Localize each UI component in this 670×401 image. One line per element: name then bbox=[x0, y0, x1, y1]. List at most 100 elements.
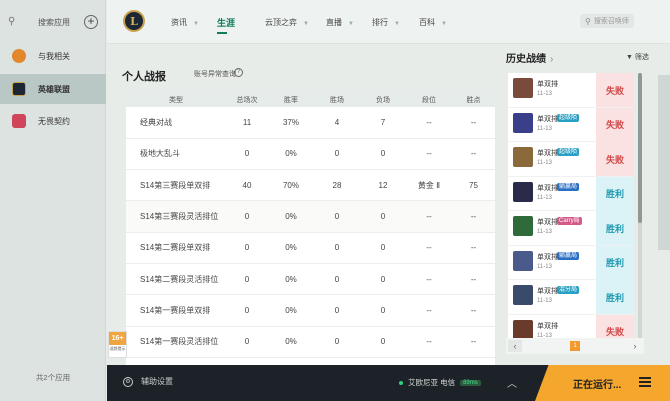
next-page-button[interactable]: › bbox=[628, 340, 642, 352]
champion-avatar bbox=[513, 112, 533, 133]
table-row: 经典对战 11 37% 4 7 -- -- bbox=[126, 107, 495, 139]
tab-wiki[interactable]: 百科 ▼ bbox=[419, 17, 447, 28]
table-row: 极地大乱斗 0 0% 0 0 -- -- bbox=[126, 138, 495, 171]
sidebar-item-valorant[interactable]: 无畏契约 bbox=[0, 106, 106, 136]
match-date: 11-13 bbox=[537, 194, 552, 201]
history-title[interactable]: 历史战绩 › bbox=[506, 50, 553, 65]
add-app-button[interactable]: + bbox=[84, 15, 98, 29]
table-cell: 0% bbox=[268, 326, 314, 358]
match-date: 11-13 bbox=[537, 160, 552, 166]
menu-icon[interactable] bbox=[639, 377, 651, 387]
tab-ranking[interactable]: 排行 ▼ bbox=[372, 17, 400, 28]
assist-settings-button[interactable]: ⚙ 辅助设置 bbox=[123, 376, 173, 387]
match-row[interactable]: 单双排 超级陨 11-13 失败 bbox=[508, 107, 634, 142]
server-status[interactable]: 艾欧尼亚 电信 89ms bbox=[399, 377, 481, 388]
tab-news[interactable]: 资讯 ▼ bbox=[171, 17, 199, 28]
table-row: S14第三赛段灵活排位 0 0% 0 0 -- -- bbox=[126, 200, 495, 233]
tab-career[interactable]: 生涯 bbox=[217, 16, 241, 34]
help-icon[interactable]: ? bbox=[234, 68, 243, 77]
history-scrollbar[interactable] bbox=[638, 73, 642, 348]
match-tag: 混分局 bbox=[557, 286, 580, 294]
match-row[interactable]: 单双排 11-13 失败 bbox=[508, 73, 634, 108]
match-mode: 单双排 bbox=[537, 288, 558, 295]
champion-avatar bbox=[513, 181, 533, 202]
tab-tft[interactable]: 云顶之弈 ▼ bbox=[265, 17, 309, 28]
summoner-search-input[interactable]: ⚲ 搜索召唤师 bbox=[580, 14, 634, 28]
match-result: 胜利 bbox=[596, 211, 634, 245]
table-cell: -- bbox=[406, 294, 452, 327]
tab-label: 云顶之弈 bbox=[265, 18, 297, 27]
history-pager: ‹ 1 › bbox=[506, 338, 644, 354]
chevron-up-icon[interactable]: ︿ bbox=[507, 375, 517, 390]
column-header: 类型 bbox=[126, 92, 226, 107]
sidebar-item-related[interactable]: 与我相关 bbox=[0, 41, 106, 71]
match-row[interactable]: 单双排 混分局 11-13 胜利 bbox=[508, 280, 634, 315]
table-header-row: 类型 总场次 胜率 胜场 负场 段位 胜点 bbox=[126, 92, 495, 107]
table-cell: 0% bbox=[268, 294, 314, 327]
match-list: 单双排 11-13 失败 单双排 超级陨 11-13 失败 单双排 超级陨 11-13 失败 单双排躺… bbox=[508, 73, 634, 349]
bottom-bar: ⚙ 辅助设置 艾欧尼亚 电信 89ms ︿ 正在运行... bbox=[107, 365, 670, 401]
table-cell: 0 bbox=[226, 263, 268, 296]
match-date: 11-13 bbox=[537, 298, 552, 304]
table-cell: 0 bbox=[314, 326, 360, 358]
app-search-label: 搜索应用 bbox=[38, 17, 70, 27]
table-cell: 经典对战 bbox=[126, 107, 226, 139]
match-row[interactable]: 单双排 Carry局 11-13 胜利 bbox=[508, 211, 634, 246]
match-row[interactable]: 单双排 躺赢局 11-13 胜利 bbox=[508, 245, 634, 280]
account-check-link[interactable]: 账号异常查询 bbox=[194, 69, 236, 79]
table-row: S14第三赛段单双排 40 70% 28 12 黄金 Ⅱ 75 bbox=[126, 169, 495, 202]
match-date: 11-13 bbox=[537, 91, 552, 97]
match-mode: 单双排 bbox=[537, 81, 558, 88]
lol-logo[interactable]: L bbox=[123, 10, 145, 32]
table-cell: 0 bbox=[314, 138, 360, 171]
column-header: 胜点 bbox=[452, 92, 495, 107]
current-page[interactable]: 1 bbox=[570, 341, 580, 351]
tab-live[interactable]: 直播 ▼ bbox=[326, 17, 354, 28]
table-cell: 0 bbox=[360, 200, 406, 233]
table-cell: 11 bbox=[226, 107, 268, 139]
match-tag: 超级陨 bbox=[557, 113, 580, 122]
match-mode: 单双排 bbox=[537, 150, 558, 157]
search-icon: ⚲ bbox=[585, 16, 591, 26]
chevron-down-icon: ▼ bbox=[441, 21, 447, 27]
table-row: S14第二赛段灵活排位 0 0% 0 0 -- -- bbox=[126, 263, 495, 296]
match-result: 失败 bbox=[596, 107, 634, 142]
table-cell: 黄金 Ⅱ bbox=[406, 169, 452, 202]
table-cell: 0% bbox=[268, 138, 314, 171]
assist-settings-label: 辅助设置 bbox=[141, 377, 173, 386]
table-cell: 0 bbox=[360, 232, 406, 264]
match-mode: 单双排 bbox=[537, 322, 558, 330]
match-mode: 单双排 bbox=[537, 184, 558, 192]
table-cell: 7 bbox=[360, 107, 406, 139]
age-rating: 16+ bbox=[109, 332, 126, 345]
match-tag: 躺赢局 bbox=[557, 182, 580, 191]
champion-avatar bbox=[513, 216, 533, 236]
filter-button[interactable]: ▼ 筛选 bbox=[626, 52, 649, 62]
table-cell: 0 bbox=[314, 232, 360, 264]
champion-avatar bbox=[513, 285, 533, 305]
table-cell: -- bbox=[452, 326, 495, 358]
stats-section: 个人战报 账号异常查询 ? 类型 总场次 胜率 胜场 负场 段位 胜点 经典对战… bbox=[107, 45, 499, 365]
table-cell: 0 bbox=[226, 326, 268, 358]
prev-page-button[interactable]: ‹ bbox=[508, 340, 522, 352]
table-cell: S14第二赛段灵活排位 bbox=[126, 263, 226, 296]
match-row[interactable]: 单双排 躺赢局 11-13 胜利 bbox=[508, 176, 634, 211]
champion-avatar bbox=[513, 78, 533, 98]
match-date: 11-13 bbox=[537, 229, 552, 235]
table-cell: -- bbox=[452, 294, 495, 327]
column-header: 胜场 bbox=[314, 92, 360, 107]
table-cell: 75 bbox=[452, 169, 495, 202]
stats-table: 类型 总场次 胜率 胜场 负场 段位 胜点 经典对战 11 37% 4 7 -- -- 极地大… bbox=[126, 92, 495, 365]
match-row[interactable]: 单双排 超级陨 11-13 失败 bbox=[508, 142, 634, 177]
table-cell: 37% bbox=[268, 107, 314, 139]
tab-label: 生涯 bbox=[217, 18, 236, 28]
filter-icon: ▼ bbox=[626, 54, 633, 61]
sidebar-item-lol[interactable]: 英雄联盟 bbox=[0, 74, 106, 104]
search-placeholder: 搜索召唤师 bbox=[593, 18, 629, 25]
scrollbar-thumb[interactable] bbox=[638, 73, 642, 223]
edge-scrollbar[interactable] bbox=[658, 75, 670, 250]
related-icon bbox=[12, 49, 26, 63]
table-cell: 0 bbox=[314, 294, 360, 327]
chevron-down-icon: ▼ bbox=[193, 21, 199, 27]
table-cell: 0% bbox=[268, 200, 314, 233]
